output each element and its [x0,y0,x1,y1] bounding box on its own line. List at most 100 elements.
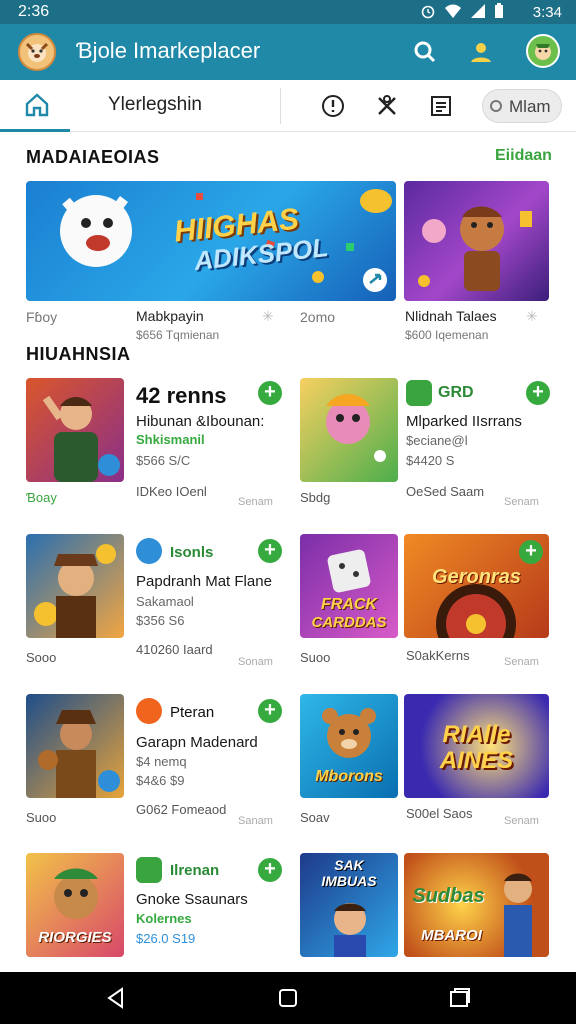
app-icon [136,857,162,883]
thumb-title: Geronras [432,566,521,588]
card-stat: $4420 S [406,453,455,468]
back-icon[interactable] [104,986,128,1010]
featured-item1-name[interactable]: Mabkpayin [136,308,204,324]
card-stat: $26.0 S19 [136,931,196,946]
status-icons [420,3,504,19]
card-name[interactable]: Mlparked IIsrrans [406,413,522,430]
game-thumb[interactable]: FRACK CARDDAS [300,534,398,638]
card-stat: $356 S6 [136,613,185,628]
status-time: 2:36 [18,3,50,20]
card-name[interactable]: Garapn Madenard [136,734,258,751]
featured-banner-side[interactable] [404,181,549,301]
card-foot: Soav [300,810,330,825]
card-foot2: OeSed Saam [406,484,485,499]
add-button[interactable]: + [526,381,550,405]
share-button[interactable] [363,268,387,292]
section-title-featured: MADAIAEOIAS [26,147,160,167]
card-small: Senam [504,815,539,827]
game-thumb[interactable]: RIAlle AINES [404,694,549,798]
list-icon[interactable] [428,93,454,119]
search-text: Mlam [509,97,551,116]
card-foot2: S00el Saos [406,806,473,821]
featured-item2-sub: $600 Iqemenan [405,328,489,342]
tab-label[interactable]: Ylerlegshin [108,94,202,116]
thumb-badge [98,454,120,476]
card-small: Sonam [238,656,273,668]
card-foot: Suoo [26,810,57,825]
app-bar: Ɓjole Imarkeplacer [0,24,576,80]
card-name[interactable]: Papdranh Mat Flane [136,573,272,590]
add-button[interactable]: + [258,381,282,405]
battery-icon [495,3,503,18]
signal-icon [471,4,485,18]
card-foot: Sooo [26,650,57,665]
star-icon-2: ✳ [526,308,538,324]
app-logo[interactable] [18,33,56,71]
thumb-title: RIAlle AINES [439,721,514,774]
thumb-title: RIORGIES [38,929,112,946]
card-stat1: Sakamaol [136,594,194,609]
card-stat1: $4 nemq [136,754,187,769]
wifi-icon [445,4,461,18]
card-tag: Isonls [170,544,214,561]
app-icon [136,538,162,564]
app-title: Ɓjole Imarkeplacer [76,38,261,63]
card-foot2: G062 Fomeaod [136,802,227,817]
see-all-link[interactable]: Eiidaan [495,147,552,165]
search-small-icon [490,100,502,112]
search-icon[interactable] [411,38,439,66]
card-small: Senam [504,656,539,668]
card-green: Shkismanil [136,432,205,447]
card-tag: 42 renns [136,383,227,408]
alarm-icon [421,5,435,19]
game-thumb[interactable]: Mborons [300,694,398,798]
card-small: Sanam [238,815,273,827]
share-icon [369,273,382,284]
card-foot: Ɓoay [26,490,57,505]
add-button[interactable]: + [519,540,543,564]
game-thumb[interactable]: SAK IMBUAS [300,853,398,957]
app-icon [406,380,432,406]
add-button[interactable]: + [258,539,282,563]
card-foot2: IDKeo IOenl [136,484,207,499]
section-title-popular: HIUAHNSIA [26,344,131,364]
game-thumb[interactable]: RIORGIES [26,853,124,957]
alert-icon[interactable] [320,93,346,119]
search-field[interactable]: Mlam [482,89,562,123]
featured-left-label: Fɓoy [26,309,58,325]
status-time-right: 3:34 [532,4,562,21]
game-thumb[interactable]: Sudbas MBAROI [404,853,549,957]
game-thumb[interactable] [26,694,124,798]
featured-item2-name[interactable]: Nlidnah Talaes [405,308,497,324]
add-button[interactable]: + [258,858,282,882]
home-icon [25,93,49,117]
card-stat1: $eciane@l [406,433,468,448]
star-icon: ✳ [262,308,274,324]
card-name[interactable]: Hibunan &Ibounan: [136,413,264,430]
recents-icon[interactable] [448,986,472,1010]
thumb-title: Mborons [315,768,383,785]
add-button[interactable]: + [258,699,282,723]
card-name[interactable]: Gnoke Ssaunars [136,891,248,908]
game-thumb[interactable] [26,378,124,482]
featured-banner-main[interactable]: HIIGHAS ADIKSPOL [26,181,396,301]
card-foot2: 410260 Iaard [136,642,213,657]
game-thumb[interactable] [300,378,398,482]
featured-mid-label: 2omo [300,309,336,325]
profile-icon[interactable] [467,38,495,66]
thumb-title: FRACK [321,596,377,613]
card-foot: Suoo [300,650,331,665]
status-bar: 2:36 3:34 [0,0,576,24]
thumb-title-2: CARDDAS [311,614,387,631]
game-thumb[interactable] [26,534,124,638]
thumb-badge [98,770,120,792]
home-nav-icon[interactable] [276,986,300,1010]
card-foot2: S0akKerns [406,648,470,663]
tools-icon[interactable] [374,93,400,119]
card-tag: GRD [438,384,474,401]
tab-home[interactable] [0,80,70,132]
game-thumb[interactable]: Geronras + [404,534,549,638]
user-avatar[interactable] [526,34,560,68]
card-stat: $4&6 $9 [136,773,185,788]
card-tag: Pteran [170,704,215,721]
